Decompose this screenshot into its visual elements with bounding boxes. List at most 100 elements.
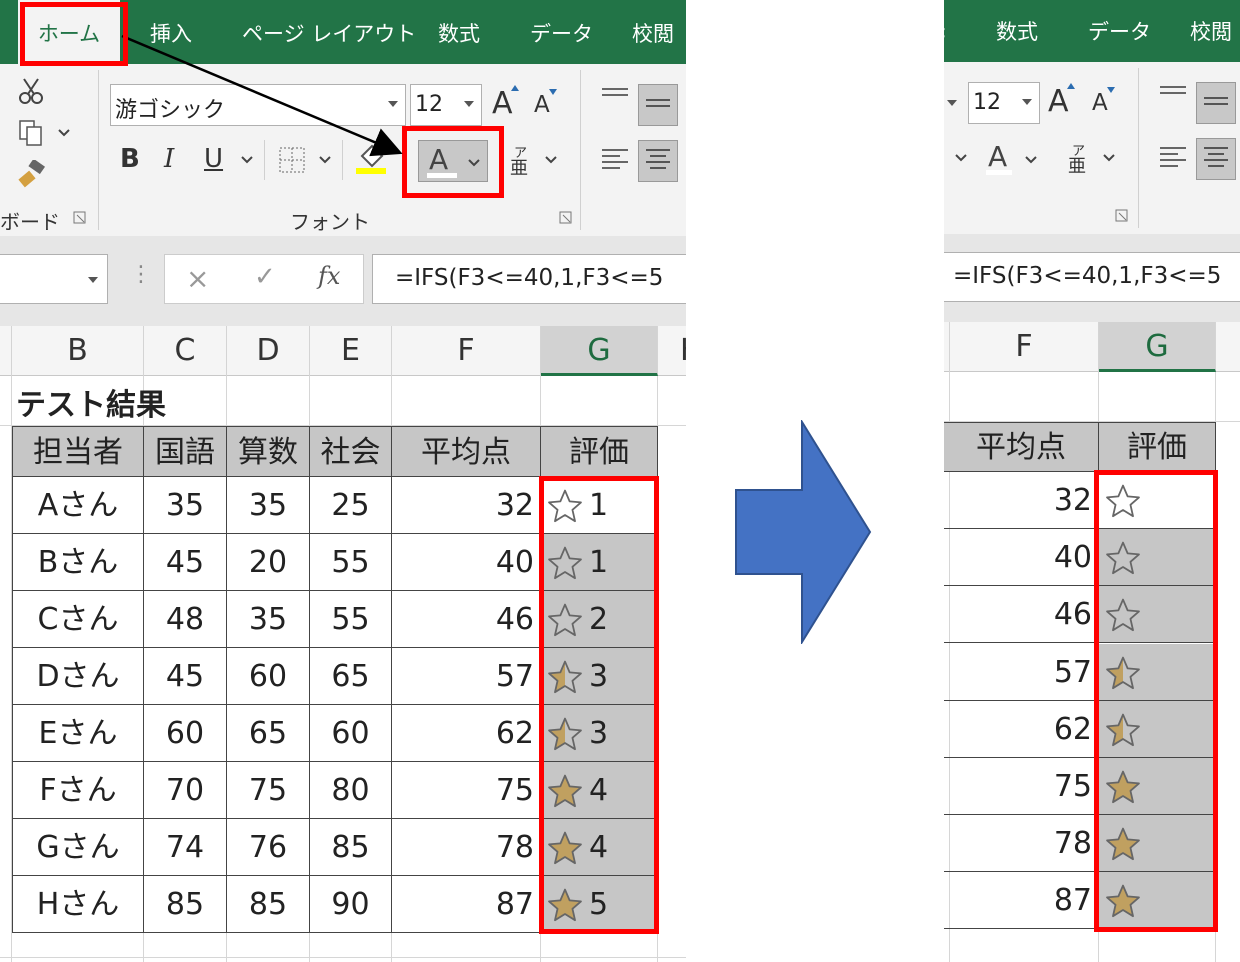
font-size-combobox[interactable]: 12 <box>968 82 1040 124</box>
table-cell[interactable]: 70 <box>144 762 227 819</box>
column-header-d[interactable]: D <box>227 326 310 376</box>
table-cell[interactable]: 60 <box>144 705 227 762</box>
table-cell[interactable]: 25 <box>310 477 392 534</box>
insert-function-button[interactable]: fx <box>318 262 340 290</box>
align-top-icon[interactable] <box>1158 84 1188 106</box>
table-cell-name[interactable]: Dさん <box>12 648 144 705</box>
table-cell-name[interactable]: Cさん <box>12 591 144 648</box>
table-cell[interactable]: 62 <box>392 705 541 762</box>
table-header-cell[interactable]: 評価 <box>541 426 658 477</box>
table-cell[interactable]: 45 <box>144 648 227 705</box>
table-cell[interactable]: 35 <box>227 477 310 534</box>
table-cell[interactable]: 20 <box>227 534 310 591</box>
table-cell[interactable]: 60 <box>310 705 392 762</box>
table-cell[interactable]: 35 <box>227 591 310 648</box>
table-header-cell[interactable]: 平均点 <box>392 426 541 477</box>
table-cell[interactable]: 55 <box>310 591 392 648</box>
formula-text: =IFS(F3<=40,1,F3<=5 <box>395 265 664 291</box>
table-cell[interactable]: 74 <box>144 819 227 876</box>
table-cell[interactable]: 85 <box>227 876 310 933</box>
table-cell-name[interactable]: Bさん <box>12 534 144 591</box>
tab-data[interactable]: データ <box>1088 0 1151 64</box>
table-cell[interactable]: 76 <box>227 819 310 876</box>
tab-formulas[interactable]: 数式 <box>996 0 1038 64</box>
column-header-f[interactable]: F <box>950 322 1099 372</box>
table-cell[interactable]: 65 <box>227 705 310 762</box>
table-cell[interactable]: 75 <box>944 758 1099 815</box>
table-cell[interactable]: 32 <box>392 477 541 534</box>
table-cell[interactable]: 46 <box>392 591 541 648</box>
gridline-horizontal <box>0 957 686 958</box>
table-header-cell[interactable]: 国語 <box>144 426 227 477</box>
column-header-g[interactable]: G <box>1099 322 1216 372</box>
table-cell[interactable]: 78 <box>944 815 1099 872</box>
table-cell[interactable]: 75 <box>392 762 541 819</box>
table-cell[interactable]: 85 <box>310 819 392 876</box>
table-cell[interactable]: 87 <box>392 876 541 933</box>
dialog-launcher-icon[interactable] <box>1114 208 1130 224</box>
column-header-g[interactable]: G <box>541 326 658 376</box>
table-cell[interactable]: 40 <box>392 534 541 591</box>
chevron-down-icon[interactable] <box>946 98 958 108</box>
table-cell[interactable]: 55 <box>310 534 392 591</box>
cancel-button[interactable]: × <box>186 262 209 295</box>
align-center-icon <box>1204 147 1228 167</box>
table-cell[interactable]: 32 <box>944 472 1099 529</box>
font-color-button[interactable]: A <box>984 138 1054 180</box>
column-header-c[interactable]: C <box>144 326 227 376</box>
tab-review[interactable]: 校閲 <box>1190 0 1232 64</box>
table-cell[interactable]: 46 <box>944 586 1099 643</box>
column-header-f[interactable]: F <box>392 326 541 376</box>
table-cell[interactable]: 87 <box>944 872 1099 929</box>
table-cell[interactable]: 40 <box>944 529 1099 586</box>
table-cell[interactable]: 90 <box>310 876 392 933</box>
ribbon-separator <box>1138 68 1139 228</box>
chevron-down-icon[interactable] <box>1021 97 1033 107</box>
table-cell[interactable]: 80 <box>310 762 392 819</box>
table-header-cell[interactable]: 平均点 <box>944 422 1099 472</box>
table-cell[interactable]: 65 <box>310 648 392 705</box>
table-cell-name[interactable]: Eさん <box>12 705 144 762</box>
chevron-down-icon[interactable] <box>954 152 968 164</box>
name-box[interactable] <box>0 254 108 304</box>
table-cell[interactable]: 75 <box>227 762 310 819</box>
chevron-down-icon[interactable] <box>1102 152 1116 164</box>
table-cell[interactable]: 57 <box>944 644 1099 701</box>
table-cell[interactable]: 78 <box>392 819 541 876</box>
column-header-b[interactable]: B <box>12 326 144 376</box>
table-header-cell[interactable]: 社会 <box>310 426 392 477</box>
table-cell-name[interactable]: Fさん <box>12 762 144 819</box>
table-cell[interactable]: 48 <box>144 591 227 648</box>
table-cell-name[interactable]: Gさん <box>12 819 144 876</box>
formula-input[interactable]: =IFS(F3<=40,1,F3<=5 <box>944 252 1240 302</box>
table-cell[interactable]: 45 <box>144 534 227 591</box>
dialog-launcher-icon[interactable] <box>72 210 88 226</box>
formula-bar-grip: ⋮ <box>130 262 152 287</box>
column-header-a[interactable] <box>0 326 12 376</box>
table-header-cell[interactable]: 算数 <box>227 426 310 477</box>
table-cell[interactable]: 35 <box>144 477 227 534</box>
table-cell[interactable]: 62 <box>944 701 1099 758</box>
font-color-swatch <box>986 170 1012 175</box>
table-cell[interactable]: 85 <box>144 876 227 933</box>
enter-button[interactable]: ✓ <box>254 262 276 292</box>
chevron-down-icon[interactable] <box>1024 154 1038 166</box>
font-color-letter: A <box>988 140 1008 173</box>
chevron-down-icon[interactable] <box>87 275 99 285</box>
formula-input[interactable]: =IFS(F3<=40,1,F3<=5 <box>372 254 686 304</box>
table-header-cell[interactable]: 評価 <box>1099 422 1216 472</box>
font-size-value: 12 <box>973 90 1001 115</box>
table-cell[interactable]: 60 <box>227 648 310 705</box>
align-left-icon[interactable] <box>1158 144 1188 174</box>
dialog-launcher-icon[interactable] <box>558 210 574 226</box>
table-header-cell[interactable]: 担当者 <box>12 426 144 477</box>
phonetic-guide-button[interactable]: 亜 <box>1068 152 1086 178</box>
table-cell[interactable]: 57 <box>392 648 541 705</box>
group-clipboard-label: ボード <box>0 210 60 234</box>
table-cell-name[interactable]: Hさん <box>12 876 144 933</box>
grow-caret-icon <box>1067 83 1075 89</box>
column-header-h[interactable]: H <box>658 326 686 376</box>
column-header-e[interactable]: E <box>310 326 392 376</box>
table-cell-name[interactable]: Aさん <box>12 477 144 534</box>
highlight-home-tab <box>20 2 128 66</box>
